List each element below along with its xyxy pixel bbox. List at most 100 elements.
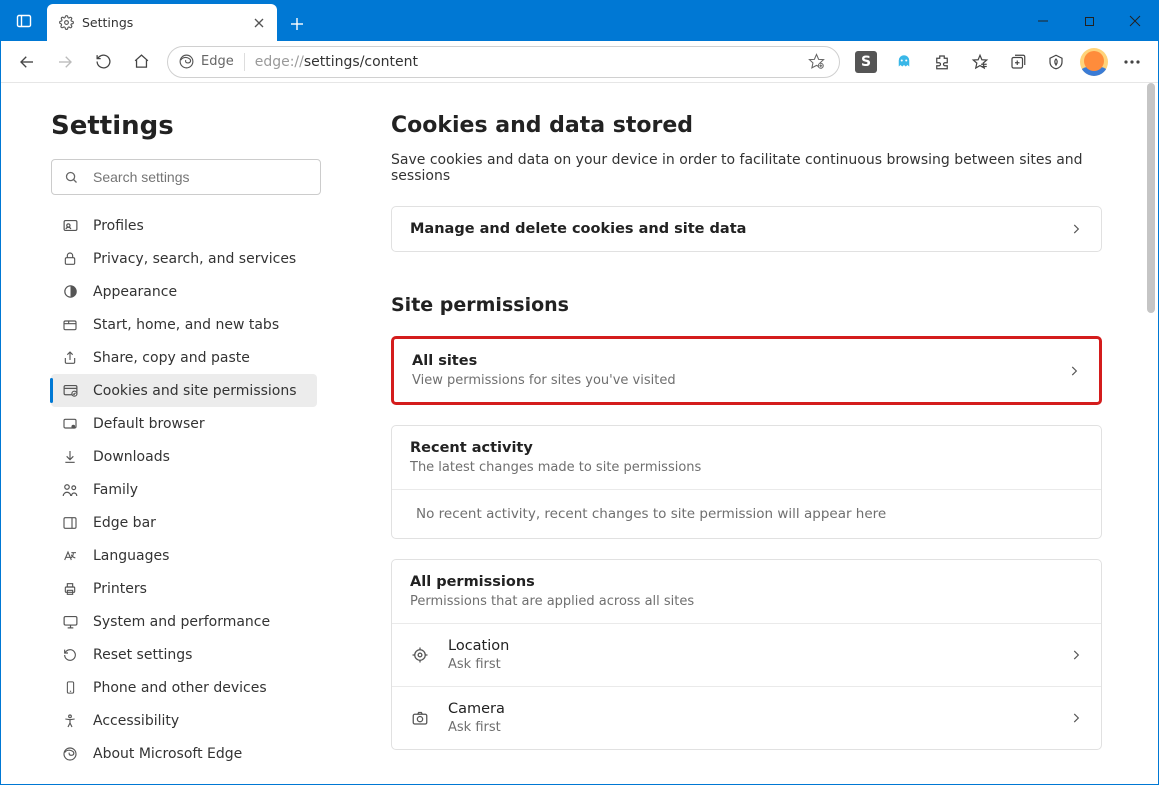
permission-sub: Ask first [448, 657, 1051, 672]
edge-logo-icon [178, 53, 195, 70]
window-maximize-button[interactable] [1066, 1, 1112, 41]
nav-label: Edge bar [93, 515, 156, 531]
nav-accessibility[interactable]: Accessibility [51, 704, 317, 737]
nav-cookies[interactable]: Cookies and site permissions [51, 374, 317, 407]
extension-ghost-button[interactable] [886, 44, 922, 80]
nav-about[interactable]: About Microsoft Edge [51, 737, 317, 770]
browser-essentials-button[interactable] [1038, 44, 1074, 80]
recent-activity-sub: The latest changes made to site permissi… [410, 460, 1083, 475]
profile-avatar[interactable] [1076, 44, 1112, 80]
permission-title: Location [448, 638, 1051, 654]
download-icon [61, 448, 79, 466]
address-url: edge://settings/content [255, 54, 793, 70]
tab-actions-icon[interactable] [1, 1, 47, 41]
search-input[interactable] [93, 169, 308, 185]
settings-nav: Profiles Privacy, search, and services A… [51, 209, 317, 770]
permission-camera-row[interactable]: Camera Ask first [392, 687, 1101, 749]
nav-languages[interactable]: Languages [51, 539, 317, 572]
nav-label: About Microsoft Edge [93, 746, 242, 762]
phone-icon [61, 679, 79, 697]
more-button[interactable] [1114, 44, 1150, 80]
all-sites-card: All sites View permissions for sites you… [391, 336, 1102, 405]
edge-icon [61, 745, 79, 763]
nav-system[interactable]: System and performance [51, 605, 317, 638]
cookies-icon [61, 382, 79, 400]
nav-appearance[interactable]: Appearance [51, 275, 317, 308]
system-icon [61, 613, 79, 631]
back-button[interactable] [9, 44, 45, 80]
chevron-right-icon [1067, 364, 1081, 378]
browser-tab[interactable]: Settings [47, 4, 277, 41]
cookies-section-title: Cookies and data stored [391, 113, 1102, 138]
nav-privacy[interactable]: Privacy, search, and services [51, 242, 317, 275]
manage-cookies-card: Manage and delete cookies and site data [391, 206, 1102, 252]
nav-edgebar[interactable]: Edge bar [51, 506, 317, 539]
extension-s-button[interactable]: S [848, 44, 884, 80]
nav-label: Appearance [93, 284, 177, 300]
home-button[interactable] [123, 44, 159, 80]
appearance-icon [61, 283, 79, 301]
camera-icon [410, 708, 430, 728]
tab-close-button[interactable] [251, 15, 267, 31]
nav-label: Languages [93, 548, 169, 564]
nav-label: Printers [93, 581, 147, 597]
share-icon [61, 349, 79, 367]
forward-button[interactable] [47, 44, 83, 80]
collections-button[interactable] [1000, 44, 1036, 80]
nav-label: Share, copy and paste [93, 350, 250, 366]
chevron-right-icon [1069, 222, 1083, 236]
nav-label: Profiles [93, 218, 144, 234]
address-bar[interactable]: Edge edge://settings/content [167, 46, 840, 78]
extensions-button[interactable] [924, 44, 960, 80]
search-icon [64, 170, 79, 185]
recent-activity-title: Recent activity [410, 440, 1083, 456]
nav-label: Phone and other devices [93, 680, 267, 696]
all-permissions-title: All permissions [410, 574, 1083, 590]
nav-phone[interactable]: Phone and other devices [51, 671, 317, 704]
main-panel: Cookies and data stored Save cookies and… [341, 83, 1158, 784]
vertical-scrollbar[interactable] [1146, 83, 1156, 313]
all-sites-row[interactable]: All sites View permissions for sites you… [394, 339, 1099, 402]
nav-reset[interactable]: Reset settings [51, 638, 317, 671]
search-settings[interactable] [51, 159, 321, 195]
recent-activity-card: Recent activity The latest changes made … [391, 425, 1102, 539]
favorites-button[interactable] [962, 44, 998, 80]
recent-activity-header: Recent activity The latest changes made … [392, 426, 1101, 489]
tabs-icon [61, 316, 79, 334]
manage-cookies-label: Manage and delete cookies and site data [410, 221, 1069, 237]
nav-label: Reset settings [93, 647, 192, 663]
nav-label: Family [93, 482, 138, 498]
all-permissions-sub: Permissions that are applied across all … [410, 594, 1083, 609]
all-permissions-card: All permissions Permissions that are app… [391, 559, 1102, 750]
nav-family[interactable]: Family [51, 473, 317, 506]
address-separator [244, 53, 245, 71]
nav-profiles[interactable]: Profiles [51, 209, 317, 242]
chevron-right-icon [1069, 711, 1083, 725]
reload-button[interactable] [85, 44, 121, 80]
nav-downloads[interactable]: Downloads [51, 440, 317, 473]
nav-share[interactable]: Share, copy and paste [51, 341, 317, 374]
printer-icon [61, 580, 79, 598]
gear-icon [59, 15, 74, 30]
window-close-button[interactable] [1112, 1, 1158, 41]
accessibility-icon [61, 712, 79, 730]
nav-label: Start, home, and new tabs [93, 317, 279, 333]
manage-cookies-row[interactable]: Manage and delete cookies and site data [392, 207, 1101, 251]
nav-default-browser[interactable]: Default browser [51, 407, 317, 440]
nav-printers[interactable]: Printers [51, 572, 317, 605]
nav-label: Accessibility [93, 713, 179, 729]
permission-title: Camera [448, 701, 1051, 717]
nav-start[interactable]: Start, home, and new tabs [51, 308, 317, 341]
location-icon [410, 645, 430, 665]
browser-toolbar: Edge edge://settings/content S [1, 41, 1158, 83]
window-minimize-button[interactable] [1020, 1, 1066, 41]
new-tab-button[interactable] [281, 8, 313, 40]
favorite-button[interactable] [803, 49, 829, 75]
all-permissions-header: All permissions Permissions that are app… [392, 560, 1101, 623]
profile-icon [61, 217, 79, 235]
family-icon [61, 481, 79, 499]
nav-label: Cookies and site permissions [93, 383, 297, 399]
site-permissions-title: Site permissions [391, 294, 1102, 316]
permission-location-row[interactable]: Location Ask first [392, 624, 1101, 686]
cookies-section-desc: Save cookies and data on your device in … [391, 152, 1102, 184]
